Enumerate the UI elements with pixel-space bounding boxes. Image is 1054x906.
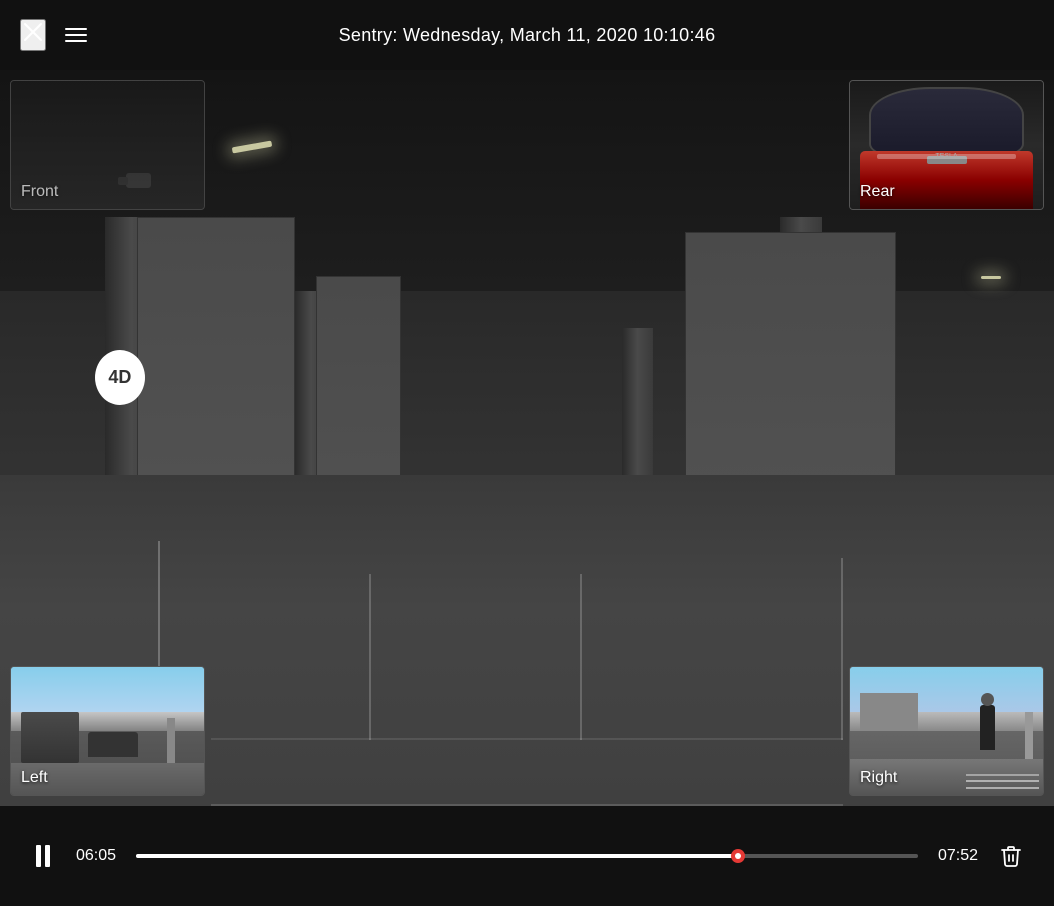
pause-button[interactable]: [25, 838, 61, 874]
delete-button[interactable]: [993, 838, 1029, 874]
left-structure: [21, 712, 79, 763]
left-car: [88, 732, 138, 757]
park-line: [580, 574, 582, 740]
thumbnail-front[interactable]: Front: [10, 80, 205, 210]
thumbnail-right[interactable]: Right: [849, 666, 1044, 796]
progress-handle[interactable]: [731, 849, 745, 863]
park-line-h2: [211, 738, 843, 740]
pause-bar-right: [45, 845, 50, 867]
park-line: [369, 574, 371, 740]
right-stripe2: [966, 780, 1039, 782]
header-title: Sentry: Wednesday, March 11, 2020 10:10:…: [339, 25, 716, 46]
menu-button[interactable]: [65, 28, 87, 42]
right-stripe: [966, 787, 1039, 789]
left-camera-label: Left: [21, 769, 48, 787]
delete-icon: [999, 844, 1023, 868]
pause-icon: [36, 845, 50, 867]
progress-bar[interactable]: [136, 854, 918, 858]
right-person: [980, 705, 995, 750]
front-camera-label: Front: [21, 183, 58, 201]
rear-windshield: [869, 87, 1023, 157]
right-camera-label: Right: [860, 769, 897, 787]
progress-fill: [136, 854, 738, 858]
thumbnail-rear[interactable]: TESLA Rear: [849, 80, 1044, 210]
rear-camera-label: Rear: [860, 183, 895, 201]
current-time: 06:05: [76, 847, 121, 865]
rear-car-text: TESLA: [877, 154, 1016, 159]
thumbnail-left[interactable]: Left: [10, 666, 205, 796]
main-video[interactable]: 4D Front TESLA: [0, 70, 1054, 806]
left-sky: [11, 667, 204, 712]
park-line: [841, 558, 843, 740]
progress-dot-inner: [735, 853, 741, 859]
total-time: 07:52: [933, 847, 978, 865]
header: Sentry: Wednesday, March 11, 2020 10:10:…: [0, 0, 1054, 70]
video-area: 4D Front TESLA: [0, 70, 1054, 806]
level-sign: 4D: [95, 350, 145, 405]
close-button[interactable]: [20, 19, 46, 51]
playback-controls: 06:05 07:52: [0, 806, 1054, 906]
pause-bar-left: [36, 845, 41, 867]
right-stripe3: [966, 774, 1039, 776]
ceiling-light-3: [981, 276, 1001, 279]
